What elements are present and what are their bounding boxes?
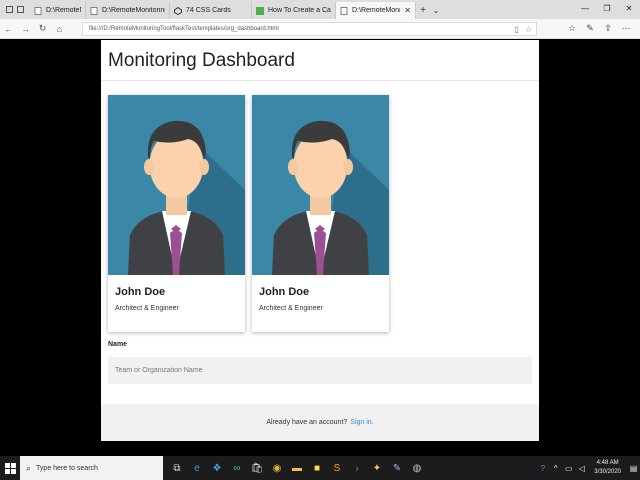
tab-title: How To Create a Card with C xyxy=(268,7,331,14)
maximize-icon[interactable]: ❐ xyxy=(596,0,618,19)
share-icon[interactable]: ⇧ xyxy=(600,23,616,34)
link-icon[interactable]: ∞ xyxy=(227,456,247,480)
reading-view-icon[interactable]: ▯ xyxy=(514,25,518,34)
forward-icon[interactable]: → xyxy=(17,24,34,34)
dropbox-icon[interactable]: ❖ xyxy=(207,456,227,480)
favorites-icon[interactable]: ☆ xyxy=(564,23,580,34)
document-icon xyxy=(90,6,98,15)
windows-taskbar: ⌕ Type here to search ⧉ e ❖ ∞ 🛍 ◉ ▬ ■ S … xyxy=(0,456,640,480)
notes-icon[interactable]: ✎ xyxy=(582,23,598,34)
profile-card-1[interactable]: John Doe Architect & Engineer xyxy=(108,95,245,332)
powershell-icon[interactable]: › xyxy=(347,456,367,480)
card-role: Architect & Engineer xyxy=(259,305,323,312)
refresh-icon[interactable]: ↻ xyxy=(34,23,51,34)
document-icon xyxy=(34,6,42,15)
windows-logo-icon xyxy=(4,462,16,474)
show-hidden-icons-icon[interactable]: ^ xyxy=(549,464,562,473)
system-clock[interactable]: 4:48 AM 3/30/2020 xyxy=(594,459,621,477)
tab-title: 74 CSS Cards xyxy=(186,7,231,14)
search-icon: ⌕ xyxy=(26,462,32,473)
browser-tab-strip: D:\RemoteMonitoringTool\f D:\RemoteMonit… xyxy=(0,0,640,19)
sticky-notes-icon[interactable]: ■ xyxy=(307,456,327,480)
help-icon[interactable]: ? xyxy=(536,464,549,473)
w3schools-icon xyxy=(256,6,264,15)
browser-tab-4[interactable]: How To Create a Card with C xyxy=(252,2,336,19)
tab-aside-icon[interactable] xyxy=(17,6,24,13)
url-text: file:///D:/RemoteMonitoringTool/flaskTes… xyxy=(89,25,279,32)
notifications-icon[interactable]: ▤ xyxy=(627,464,640,473)
task-view-icon[interactable]: ⧉ xyxy=(167,456,187,480)
tab-title: D:\RemoteMonitoringTool\f xyxy=(102,7,165,14)
footer-text: Already have an account? xyxy=(266,419,348,426)
taskbar-apps: ⧉ e ❖ ∞ 🛍 ◉ ▬ ■ S › ✦ ✎ ◍ xyxy=(167,456,427,480)
search-placeholder: Type here to search xyxy=(36,464,98,472)
close-tab-icon[interactable]: ✕ xyxy=(404,6,411,15)
browser-tab-2[interactable]: D:\RemoteMonitoringTool\f xyxy=(86,2,170,19)
sign-in-link[interactable]: Sign in. xyxy=(350,419,373,426)
sublime-text-icon[interactable]: S xyxy=(327,456,347,480)
dashboard-page: Monitoring Dashboard John Doe Architect … xyxy=(101,40,539,441)
edge-icon[interactable]: e xyxy=(187,456,207,480)
system-tray: ? ^ ▭ ◁ 4:48 AM 3/30/2020 ▤ xyxy=(536,456,640,480)
signin-footer: Already have an account? Sign in. xyxy=(101,404,539,441)
browser-tab-5-active[interactable]: D:\RemoteMonitoringTc ✕ xyxy=(336,2,416,19)
document-icon xyxy=(340,6,348,15)
minimize-icon[interactable]: — xyxy=(574,0,596,19)
page-title: Monitoring Dashboard xyxy=(108,50,295,71)
card-name: John Doe xyxy=(115,286,166,298)
volume-icon[interactable]: ◁ xyxy=(575,464,588,473)
browser-tools: ☆ ✎ ⇧ ⋯ xyxy=(564,23,640,34)
new-tab-button[interactable]: + xyxy=(416,2,430,19)
chrome-icon[interactable]: ◉ xyxy=(267,456,287,480)
browser-viewport: Monitoring Dashboard John Doe Architect … xyxy=(0,40,640,456)
codepen-icon xyxy=(174,6,182,15)
more-icon[interactable]: ⋯ xyxy=(618,23,634,34)
network-app-icon[interactable]: ◍ xyxy=(407,456,427,480)
taskbar-search-box[interactable]: ⌕ Type here to search xyxy=(20,456,163,480)
file-explorer-icon[interactable]: ▬ xyxy=(287,456,307,480)
favorite-star-icon[interactable]: ☆ xyxy=(525,25,532,34)
tab-preview-icon[interactable] xyxy=(6,6,13,13)
tab-list-button[interactable]: ⌄ xyxy=(430,2,442,19)
tab-title: D:\RemoteMonitoringTool\f xyxy=(46,7,81,14)
profile-card-2[interactable]: John Doe Architect & Engineer xyxy=(252,95,389,332)
card-name: John Doe xyxy=(259,286,310,298)
tab-controls[interactable] xyxy=(0,0,30,19)
home-icon[interactable]: ⌂ xyxy=(51,24,68,34)
address-toolbar: ← → ↻ ⌂ file:///D:/RemoteMonitoringTool/… xyxy=(0,19,640,39)
tab-title: D:\RemoteMonitoringTc xyxy=(352,7,400,14)
window-controls: — ❐ ✕ xyxy=(574,0,640,19)
clock-time: 4:48 AM xyxy=(596,460,619,466)
avatar-illustration xyxy=(252,95,389,275)
organization-name-input[interactable] xyxy=(108,357,532,384)
battery-icon[interactable]: ▭ xyxy=(562,464,575,473)
browser-tab-1[interactable]: D:\RemoteMonitoringTool\f xyxy=(30,2,86,19)
clock-date: 3/30/2020 xyxy=(594,469,621,475)
address-bar[interactable]: file:///D:/RemoteMonitoringTool/flaskTes… xyxy=(82,21,537,36)
store-icon[interactable]: 🛍 xyxy=(247,456,267,480)
python-icon[interactable]: ✦ xyxy=(367,456,387,480)
title-divider xyxy=(101,80,539,81)
close-window-icon[interactable]: ✕ xyxy=(618,0,640,19)
browser-tab-3[interactable]: 74 CSS Cards xyxy=(170,2,252,19)
avatar-illustration xyxy=(108,95,245,275)
pen-icon[interactable]: ✎ xyxy=(387,456,407,480)
card-role: Architect & Engineer xyxy=(115,305,179,312)
name-label: Name xyxy=(108,341,128,348)
start-button[interactable] xyxy=(0,456,20,480)
back-icon[interactable]: ← xyxy=(0,24,17,34)
